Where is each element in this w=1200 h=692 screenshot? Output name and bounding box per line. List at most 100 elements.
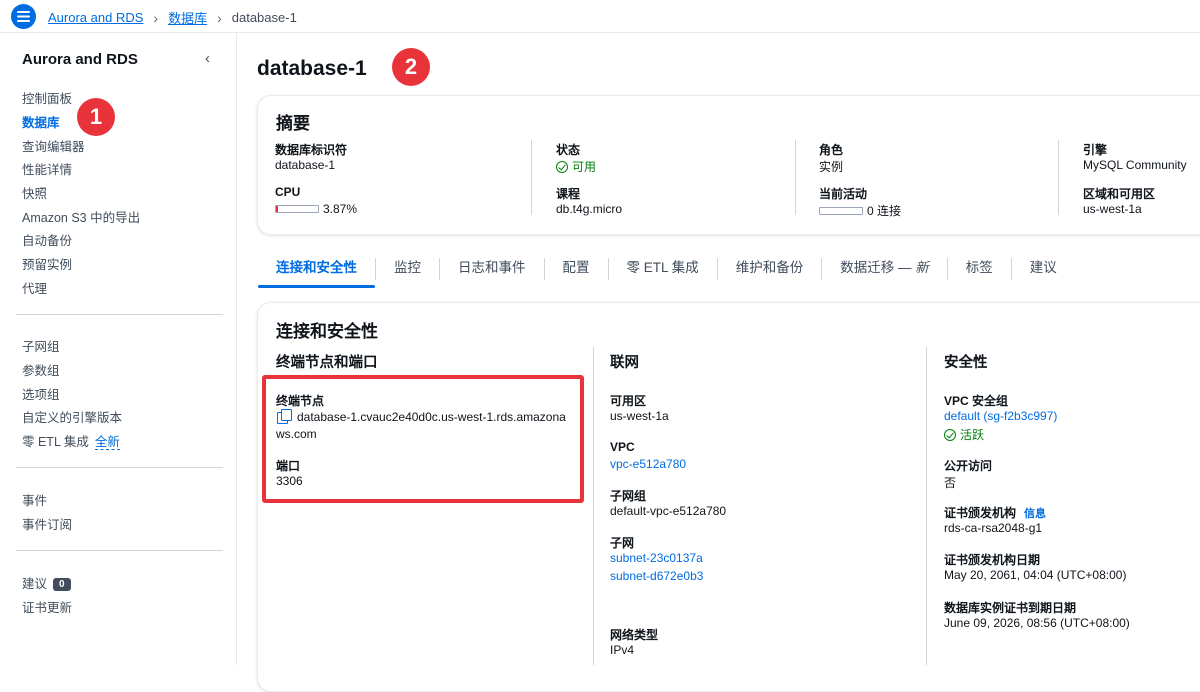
region-value: us-west-1a (1083, 202, 1142, 216)
tab-connectivity-security[interactable]: 连接和安全性 (258, 250, 375, 288)
annotation-marker-1: 1 (77, 98, 115, 136)
sidebar-item-reserved-instances[interactable]: 预留实例 (22, 254, 72, 273)
subnet-group-value: default-vpc-e512a780 (610, 504, 727, 518)
breadcrumb: Aurora and RDS › 数据库 › database-1 (48, 8, 297, 27)
sidebar-item-dashboard[interactable]: 控制面板 (22, 88, 72, 107)
tab-tags[interactable]: 标签 (948, 250, 1011, 288)
tab-configuration[interactable]: 配置 (545, 250, 608, 288)
sidebar-item-option-groups[interactable]: 选项组 (22, 384, 60, 403)
column-divider (593, 347, 594, 665)
tab-maintenance-backups[interactable]: 维护和备份 (718, 250, 822, 288)
activity-value: 0 连接 (819, 202, 901, 219)
sidebar-item-parameter-groups[interactable]: 参数组 (22, 360, 60, 379)
cert-expiry-value: June 09, 2026, 08:56 (UTC+08:00) (944, 616, 1130, 630)
tab-zero-etl[interactable]: 零 ETL 集成 (609, 250, 717, 288)
ca-label-text: 证书颁发机构 (944, 506, 1017, 520)
chevron-right-icon: › (153, 9, 159, 26)
status-label: 状态 (556, 143, 581, 157)
sidebar-item-certificate-update[interactable]: 证书更新 (22, 597, 72, 616)
security-group-status: 活跃 (944, 426, 984, 443)
sidebar-item-proxies[interactable]: 代理 (22, 278, 47, 297)
check-circle-icon (556, 161, 568, 173)
column-divider (795, 140, 796, 215)
sidebar-item-zero-etl[interactable]: 零 ETL 集成 全新 (22, 431, 120, 450)
menu-button[interactable] (11, 4, 36, 29)
security-group-status-text: 活跃 (960, 428, 985, 442)
tab-monitoring[interactable]: 监控 (376, 250, 439, 288)
security-group-link[interactable]: default (sg-f2b3c997) (944, 409, 1057, 423)
collapse-sidebar-icon[interactable]: ‹ (205, 50, 210, 67)
network-type-label: 网络类型 (610, 628, 659, 642)
endpoint-text-line2: ws.com (276, 427, 317, 441)
networking-section-title: 联网 (610, 355, 639, 371)
subnet-link-1[interactable]: subnet-23c0137a (610, 551, 703, 565)
network-type-value: IPv4 (610, 643, 635, 657)
endpoint-value: database-1.cvauc2e40d0c.us-west-1.rds.am… (277, 409, 566, 424)
copy-icon[interactable] (277, 409, 292, 424)
sidebar-item-event-subscriptions[interactable]: 事件订阅 (22, 514, 72, 533)
endpoint-text-line1: database-1.cvauc2e40d0c.us-west-1.rds.am… (297, 410, 566, 424)
chevron-right-icon: › (217, 9, 222, 26)
check-circle-icon (944, 429, 956, 441)
breadcrumb-databases[interactable]: 数据库 (168, 8, 207, 27)
sidebar-item-query-editor[interactable]: 查询编辑器 (22, 136, 85, 155)
sidebar-item-databases[interactable]: 数据库 (22, 112, 60, 131)
ca-value: rds-ca-rsa2048-g1 (944, 521, 1043, 535)
breadcrumb-aurora-rds[interactable]: Aurora and RDS (48, 10, 143, 25)
annotation-marker-2: 2 (392, 48, 430, 86)
page-title: database-1 (257, 57, 367, 80)
cpu-usage-fill (276, 206, 278, 212)
sidebar-item-recommendations-label: 建议 (22, 577, 48, 591)
status-value: 可用 (556, 158, 596, 175)
sidebar-item-automated-backups[interactable]: 自动备份 (22, 230, 72, 249)
cpu-percent: 3.87% (323, 202, 358, 216)
tab-logs-events[interactable]: 日志和事件 (440, 250, 544, 288)
sidebar-item-subnet-groups[interactable]: 子网组 (22, 336, 60, 355)
cpu-usage-bar (275, 205, 319, 213)
status-text: 可用 (572, 160, 597, 174)
sidebar-item-s3-exports[interactable]: Amazon S3 中的导出 (22, 207, 140, 226)
region-label: 区域和可用区 (1083, 187, 1156, 201)
new-badge: 全新 (94, 435, 120, 450)
tab-data-migration[interactable]: 数据迁移 — 新 (822, 250, 947, 288)
tab-recommendations[interactable]: 建议 (1012, 250, 1075, 288)
sidebar-item-performance-insights[interactable]: 性能详情 (22, 159, 72, 178)
endpoint-section-title: 终端节点和端口 (276, 355, 378, 371)
engine-label: 引擎 (1083, 143, 1108, 157)
sidebar-item-zero-etl-label: 零 ETL 集成 (22, 435, 89, 449)
subnets-label: 子网 (610, 536, 635, 550)
top-bar: Aurora and RDS › 数据库 › database-1 (0, 0, 1200, 33)
ca-date-value: May 20, 2061, 04:04 (UTC+08:00) (944, 568, 1127, 582)
sidebar-item-events[interactable]: 事件 (22, 490, 47, 509)
column-divider (926, 347, 927, 665)
sidebar-item-recommendations[interactable]: 建议 0 (22, 573, 71, 592)
az-value: us-west-1a (610, 409, 669, 423)
column-divider (531, 140, 532, 215)
activity-text: 0 连接 (867, 204, 902, 218)
ca-label: 证书颁发机构 信息 (944, 504, 1046, 521)
sidebar-item-custom-engine-versions[interactable]: 自定义的引擎版本 (22, 407, 122, 426)
engine-value: MySQL Community (1083, 158, 1187, 172)
summary-title: 摘要 (276, 114, 310, 133)
column-divider (1058, 140, 1059, 215)
port-value: 3306 (276, 474, 303, 488)
activity-label: 当前活动 (819, 187, 868, 201)
hamburger-icon (17, 11, 30, 22)
tab-data-migration-label: 数据迁移 — (840, 260, 916, 275)
endpoint-label: 终端节点 (276, 394, 325, 408)
cpu-label: CPU (275, 185, 301, 199)
vpc-link[interactable]: vpc-e512a780 (610, 457, 686, 471)
tab-new-label: 新 (915, 260, 929, 275)
cpu-value: 3.87% (275, 202, 357, 216)
ca-info-link[interactable]: 信息 (1024, 508, 1046, 520)
sidebar-divider (16, 550, 223, 551)
class-value: db.t4g.micro (556, 202, 623, 216)
sidebar-item-snapshots[interactable]: 快照 (22, 183, 47, 202)
activity-bar (819, 207, 863, 215)
subnet-link-2[interactable]: subnet-d672e0b3 (610, 569, 703, 583)
public-access-label: 公开访问 (944, 459, 993, 473)
connectivity-title: 连接和安全性 (276, 322, 378, 341)
public-access-value: 否 (944, 476, 957, 490)
sidebar: Aurora and RDS ‹ 控制面板 数据库 查询编辑器 性能详情 快照 … (0, 33, 237, 665)
role-label: 角色 (819, 143, 844, 157)
